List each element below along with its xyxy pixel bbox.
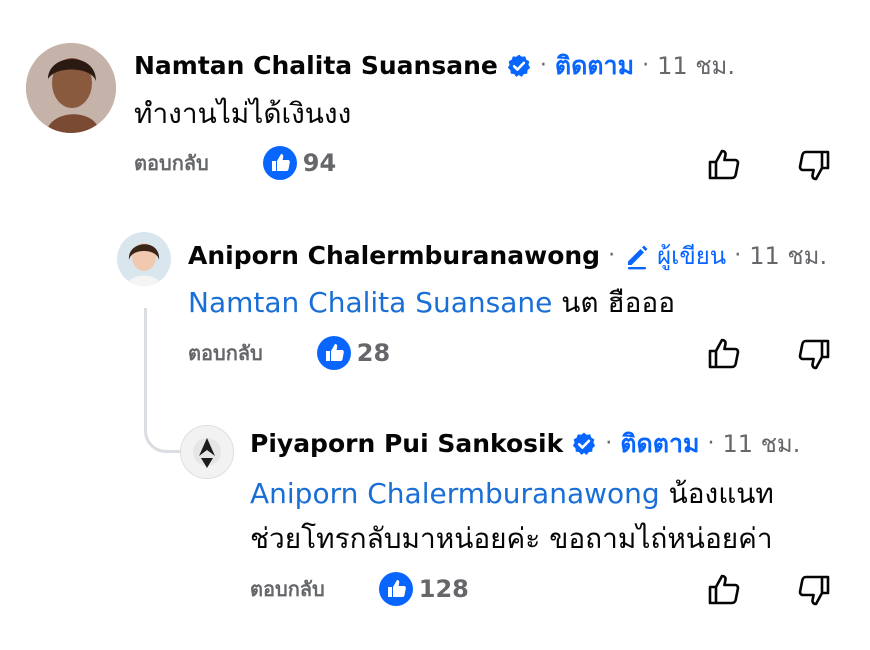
- pencil-icon: [628, 245, 648, 270]
- comment-text: ช่วยโทรกลับมาหน่อยค่ะ ขอถามไถ่หน่อยค่า: [250, 519, 773, 559]
- follow-button[interactable]: ติดตาม: [620, 428, 699, 460]
- like-reaction-icon: [378, 572, 413, 606]
- avatar-photo-icon: [117, 232, 171, 286]
- like-reaction-icon: [262, 146, 297, 180]
- downvote-icon[interactable]: [794, 334, 834, 374]
- avatar[interactable]: [117, 232, 171, 286]
- author-label: ผู้เขียน: [657, 242, 727, 270]
- separator-dot: ·: [605, 431, 613, 456]
- reply-button[interactable]: ตอบกลับ: [250, 573, 325, 605]
- avatar-photo-icon: [26, 43, 116, 133]
- verified-badge-icon: [507, 54, 530, 77]
- comment-text: Aniporn Chalermburanawong น้องแนท: [250, 474, 774, 514]
- comment-actions: ตอบกลับ 94: [134, 146, 336, 180]
- author-name[interactable]: Aniporn Chalermburanawong: [188, 240, 600, 272]
- comment-text-content: นต ฮือออ: [561, 286, 676, 319]
- comment-text-line-1: น้องแนท: [668, 477, 774, 510]
- upvote-icon[interactable]: [704, 570, 744, 610]
- separator-dot: ·: [734, 243, 742, 268]
- like-reaction-summary[interactable]: 28: [316, 336, 391, 370]
- mention-link[interactable]: Namtan Chalita Suansane: [188, 286, 552, 319]
- separator-dot: ·: [642, 53, 650, 78]
- like-count: 128: [418, 575, 469, 603]
- comment-actions: ตอบกลับ 128: [250, 572, 469, 606]
- like-count: 28: [356, 339, 391, 367]
- comment-header: Namtan Chalita Suansane · ติดตาม · 11 ชม…: [134, 50, 735, 82]
- follow-button[interactable]: ติดตาม: [555, 50, 634, 82]
- downvote-icon[interactable]: [794, 570, 834, 610]
- timestamp[interactable]: 11 ชม.: [722, 428, 800, 460]
- author-name[interactable]: Piyaporn Pui Sankosik: [250, 428, 563, 460]
- separator-dot: ·: [608, 243, 616, 268]
- separator-dot: ·: [707, 431, 715, 456]
- like-count: 94: [302, 149, 337, 177]
- upvote-icon[interactable]: [704, 334, 744, 374]
- reply-button[interactable]: ตอบกลับ: [188, 337, 263, 369]
- avatar[interactable]: [180, 425, 234, 479]
- comment-text: Namtan Chalita Suansane นต ฮือออ: [188, 283, 675, 323]
- comment-actions: ตอบกลับ 28: [188, 336, 390, 370]
- like-reaction-summary[interactable]: 128: [378, 572, 469, 606]
- timestamp[interactable]: 11 ชม.: [657, 50, 735, 82]
- like-reaction-summary[interactable]: 94: [262, 146, 337, 180]
- timestamp[interactable]: 11 ชม.: [749, 240, 827, 272]
- verified-badge-icon: [573, 432, 596, 455]
- comment-text: ทำงานไม่ได้เงินงง: [134, 94, 351, 134]
- like-reaction-icon: [316, 336, 351, 370]
- comment-header: Piyaporn Pui Sankosik · ติดตาม · 11 ชม.: [250, 428, 800, 460]
- avatar-photo-icon: [181, 426, 233, 478]
- comment-text-content: ทำงานไม่ได้เงินงง: [134, 97, 352, 130]
- reply-thread-line: [144, 308, 181, 453]
- mention-link[interactable]: Aniporn Chalermburanawong: [250, 477, 660, 510]
- author-badge: ผู้เขียน: [623, 240, 726, 272]
- reply-button[interactable]: ตอบกลับ: [134, 147, 209, 179]
- downvote-icon[interactable]: [794, 145, 834, 185]
- separator-dot: ·: [539, 53, 547, 78]
- author-name[interactable]: Namtan Chalita Suansane: [134, 50, 498, 82]
- comment-text-line-2: ช่วยโทรกลับมาหน่อยค่ะ ขอถามไถ่หน่อยค่า: [250, 522, 773, 555]
- avatar[interactable]: [26, 43, 116, 133]
- comment-header: Aniporn Chalermburanawong · ผู้เขียน · 1…: [188, 240, 827, 272]
- upvote-icon[interactable]: [704, 145, 744, 185]
